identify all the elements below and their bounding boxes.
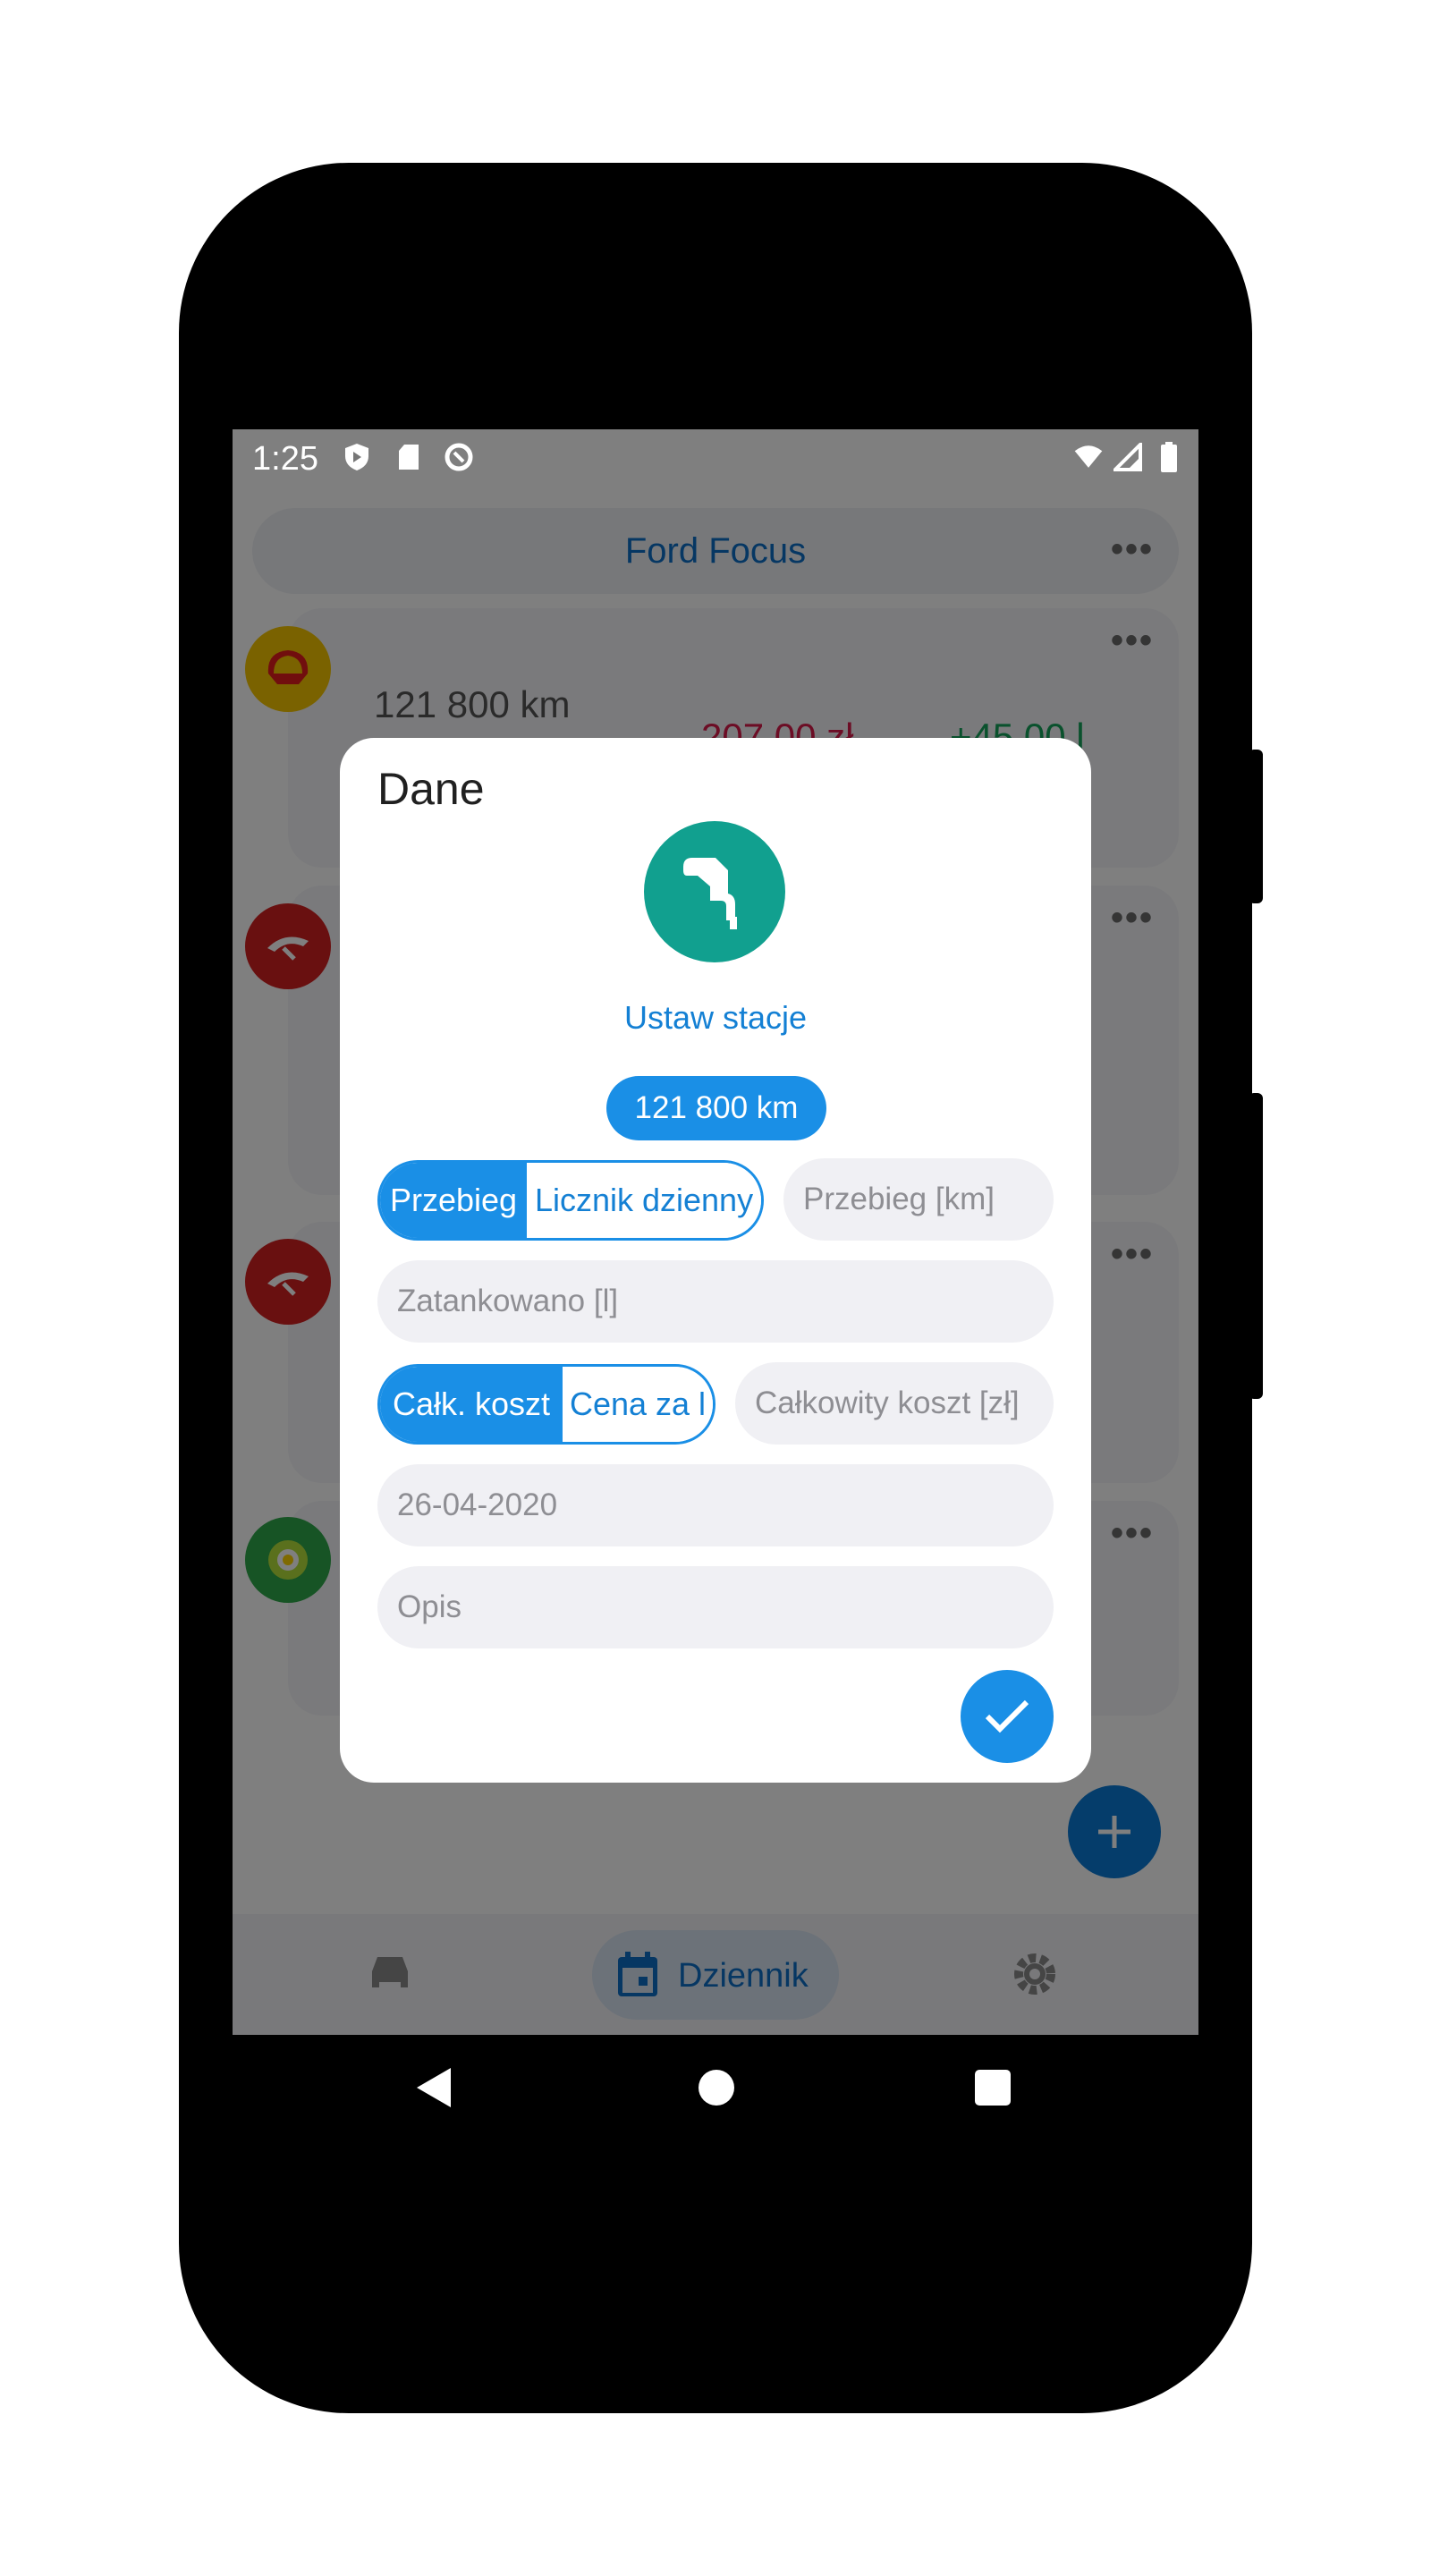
shield-icon	[342, 442, 372, 472]
back-icon[interactable]	[417, 2068, 451, 2107]
set-station-link[interactable]: Ustaw stacje	[340, 999, 1091, 1037]
checkmark-icon	[985, 1699, 1029, 1733]
cost-mode-toggle: Całk. koszt Cena za l	[377, 1364, 716, 1445]
odometer-chip[interactable]: 121 800 km	[606, 1076, 826, 1140]
mileage-input[interactable]: Przebieg [km]	[783, 1158, 1054, 1241]
status-bar: 1:25	[233, 429, 1198, 487]
total-cost-input[interactable]: Całkowity koszt [zł]	[735, 1362, 1054, 1445]
confirm-button[interactable]	[961, 1670, 1054, 1763]
mileage-mode-przebieg[interactable]: Przebieg	[380, 1163, 527, 1238]
wifi-icon	[1073, 442, 1104, 472]
date-input[interactable]: 26-04-2020	[377, 1464, 1054, 1546]
power-button	[1249, 750, 1263, 903]
cost-mode-total[interactable]: Całk. koszt	[380, 1367, 563, 1442]
fuel-amount-input[interactable]: Zatankowano [l]	[377, 1260, 1054, 1343]
description-input[interactable]: Opis	[377, 1566, 1054, 1648]
volume-button	[1249, 1093, 1263, 1399]
mileage-mode-toggle: Przebieg Licznik dzienny	[377, 1160, 764, 1241]
mileage-mode-trip[interactable]: Licznik dzienny	[527, 1163, 761, 1238]
battery-icon	[1154, 442, 1184, 472]
cost-mode-per-liter[interactable]: Cena za l	[563, 1367, 713, 1442]
home-icon[interactable]	[699, 2070, 734, 2106]
system-navigation-bar	[0, 2036, 1431, 2143]
recents-icon[interactable]	[975, 2070, 1011, 2106]
status-time: 1:25	[252, 440, 318, 478]
fuel-entry-dialog: Dane Ustaw stacje 121 800 km Przebieg Li…	[340, 738, 1091, 1783]
sync-icon	[444, 442, 474, 472]
dialog-title: Dane	[377, 764, 485, 814]
sd-card-icon	[394, 442, 424, 472]
cellular-signal-icon	[1113, 442, 1143, 472]
fuel-pump-icon[interactable]	[644, 821, 785, 962]
